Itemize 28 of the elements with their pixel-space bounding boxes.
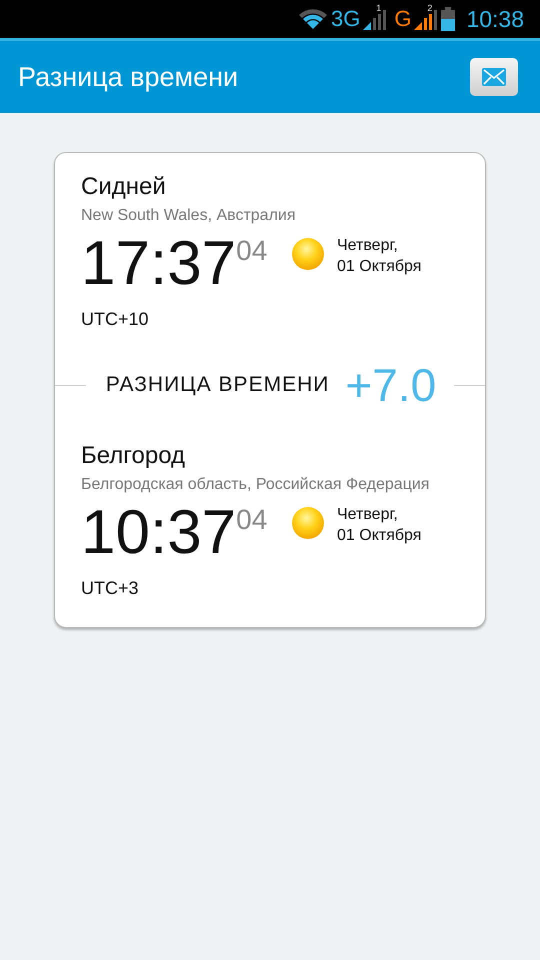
sun-icon [291,506,325,540]
time-value: 10:37 [81,498,236,568]
weekday-text: Четверг, [337,236,399,256]
date-text: 01 Октября [337,257,422,277]
network-type: 3G [330,6,360,32]
difference-value: +7.0 [345,358,436,412]
date-text: 01 Октября [337,526,422,546]
weekday-text: Четверг, [337,505,399,525]
utc-offset: UTC+3 [81,578,140,599]
wifi-icon [298,8,328,30]
network-type: G [394,6,412,32]
difference-label: РАЗНИЦА ВРЕМЕНИ [106,373,330,397]
utc-offset: UTC+10 [81,309,150,330]
sim-number: 1 [376,3,382,13]
battery-icon [441,7,456,31]
city-name: Сидней [81,173,167,201]
app-title: Разница времени [18,62,238,92]
seconds-value: 04 [236,504,268,536]
time-value: 17:37 [81,229,236,299]
sun-icon [291,237,325,271]
clock-time: 10:38 [466,6,524,32]
mail-button[interactable] [470,58,518,96]
region-name: New South Wales, Австралия [81,207,297,225]
sim-number: 2 [427,3,432,13]
city-name: Белгород [81,442,186,470]
envelope-icon [482,68,506,86]
seconds-value: 04 [236,235,268,267]
region-name: Белгородская область, Российская Федерация [81,476,430,494]
